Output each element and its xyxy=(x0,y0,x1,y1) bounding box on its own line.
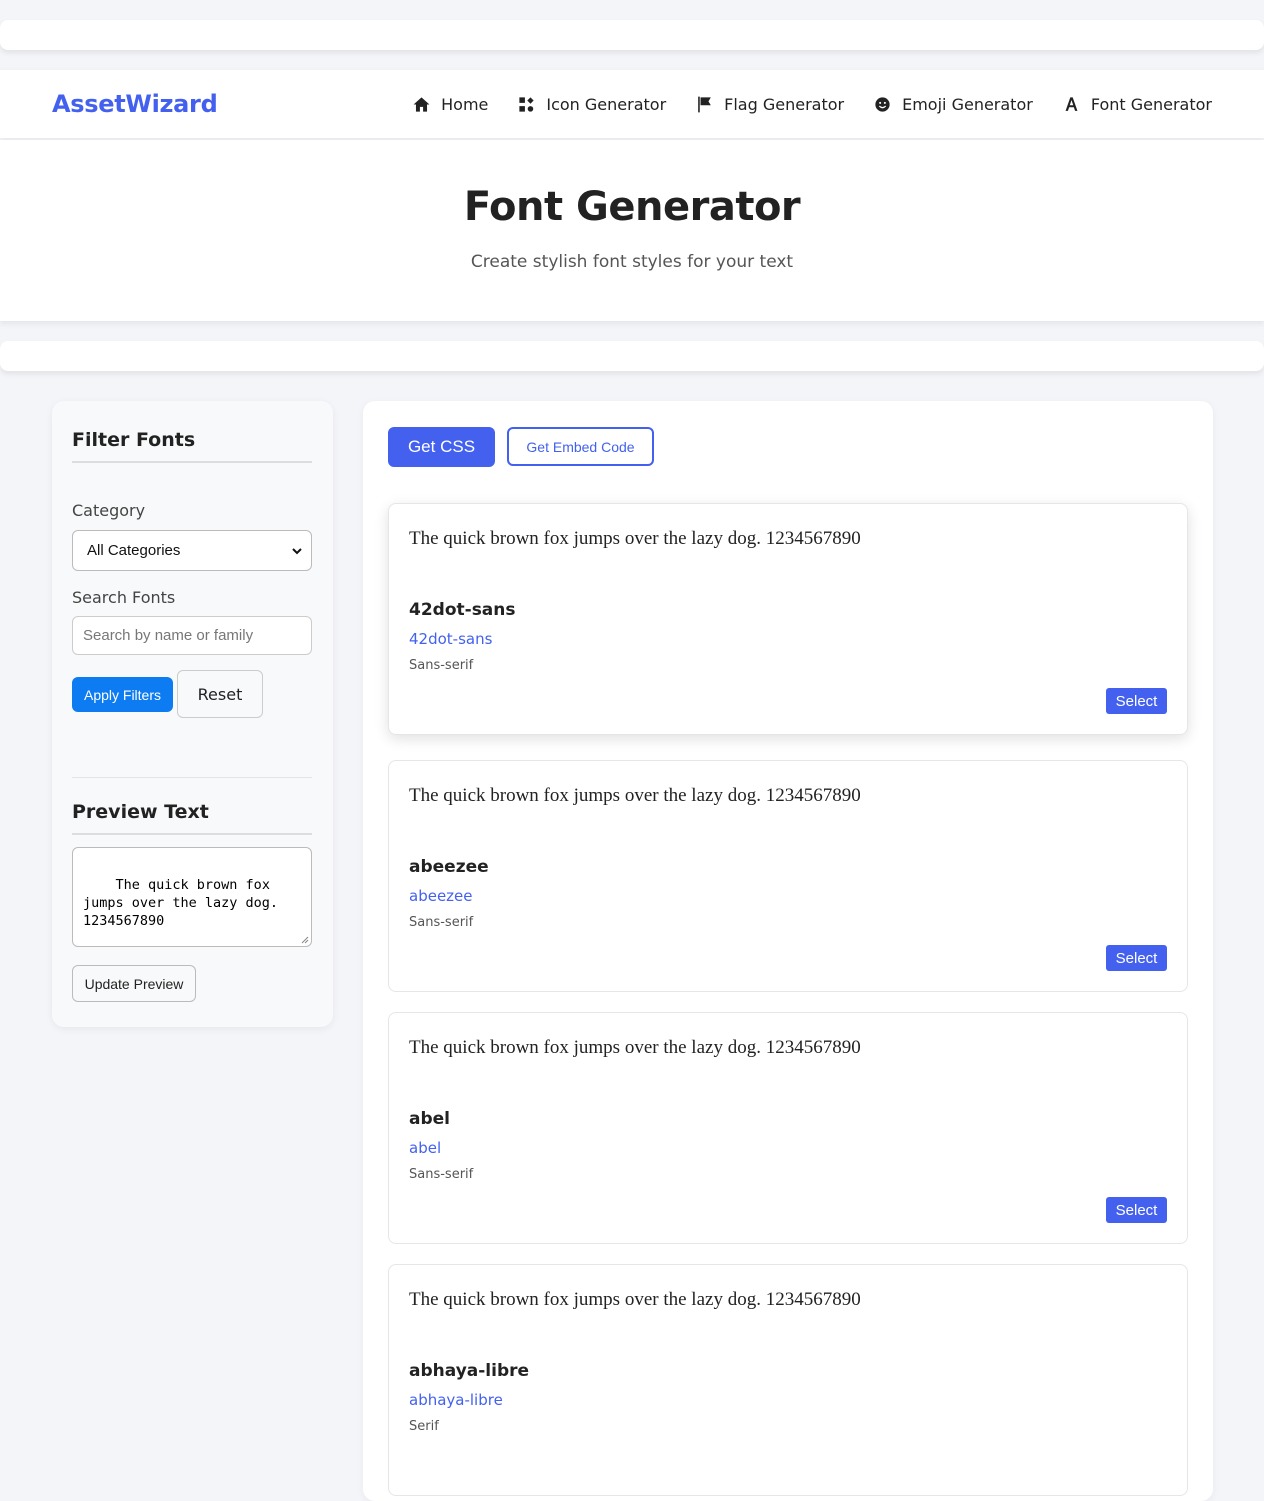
font-family-link[interactable]: abeezee xyxy=(409,887,473,905)
search-input-placeholder: Search by name or family xyxy=(83,627,254,644)
select-font-button[interactable]: Select xyxy=(1106,688,1167,714)
home-icon xyxy=(413,96,430,112)
top-banner-strip xyxy=(0,20,1264,50)
nav-links: Home Icon Generator Flag Generator Emoji… xyxy=(412,70,1212,138)
font-family-link[interactable]: abel xyxy=(409,1139,441,1157)
preview-text-title: Preview Text xyxy=(72,801,312,835)
font-card[interactable]: The quick brown fox jumps over the lazy … xyxy=(388,503,1188,735)
flag-icon xyxy=(698,96,711,112)
page-title: Font Generator xyxy=(463,184,801,230)
page-subtitle: Create stylish font styles for your text xyxy=(470,252,794,272)
nav-icon-generator[interactable]: Icon Generator xyxy=(517,95,666,114)
ad-banner-strip xyxy=(0,341,1264,371)
chevron-down-icon xyxy=(292,547,302,554)
font-family-link[interactable]: abhaya-libre xyxy=(409,1391,503,1409)
search-fonts-label: Search Fonts xyxy=(72,588,176,607)
nav-emoji-generator[interactable]: Emoji Generator xyxy=(873,95,1033,114)
nav-font-generator-label: Font Generator xyxy=(1090,94,1212,114)
update-preview-button[interactable]: Update Preview xyxy=(72,965,196,1002)
preview-textarea[interactable]: The quick brown fox jumps over the lazy … xyxy=(72,847,312,947)
font-name: abhaya-libre xyxy=(409,1361,530,1381)
font-name: abeezee xyxy=(409,857,489,877)
font-results-panel: Get CSS Get Embed Code The quick brown f… xyxy=(363,401,1213,1501)
font-family-link[interactable]: 42dot-sans xyxy=(409,630,492,648)
smile-icon xyxy=(875,96,890,112)
nav-font-generator[interactable]: Font Generator xyxy=(1062,95,1212,114)
nav-home-label: Home xyxy=(441,94,489,114)
select-font-button[interactable]: Select xyxy=(1106,1197,1167,1223)
brand-logo[interactable]: AssetWizard xyxy=(52,90,218,118)
font-card[interactable]: The quick brown fox jumps over the lazy … xyxy=(388,760,1188,992)
font-category: Sans-serif xyxy=(409,1167,474,1182)
apply-filters-button[interactable]: Apply Filters xyxy=(72,677,173,712)
category-label: Category xyxy=(72,501,146,520)
nav-home[interactable]: Home xyxy=(412,95,488,114)
font-card[interactable]: The quick brown fox jumps over the lazy … xyxy=(388,1264,1188,1496)
font-card[interactable]: The quick brown fox jumps over the lazy … xyxy=(388,1012,1188,1244)
font-preview-text: The quick brown fox jumps over the lazy … xyxy=(409,528,861,549)
filter-sidebar: Filter Fonts Category All Categories Sea… xyxy=(52,401,333,1027)
font-name: 42dot-sans xyxy=(409,600,516,620)
shapes-icon xyxy=(519,96,534,112)
nav-flag-generator[interactable]: Flag Generator xyxy=(695,95,844,114)
preview-textarea-value: The quick brown fox jumps over the lazy … xyxy=(83,877,287,929)
font-preview-text: The quick brown fox jumps over the lazy … xyxy=(409,785,861,806)
font-category: Sans-serif xyxy=(409,658,474,673)
search-input[interactable]: Search by name or family xyxy=(72,616,312,655)
get-embed-code-button[interactable]: Get Embed Code xyxy=(507,427,654,466)
filter-fonts-title: Filter Fonts xyxy=(72,429,312,463)
navbar: AssetWizard Home Icon Generator Flag Gen… xyxy=(0,70,1264,138)
get-css-button[interactable]: Get CSS xyxy=(388,427,495,467)
nav-emoji-generator-label: Emoji Generator xyxy=(902,94,1033,114)
nav-flag-generator-label: Flag Generator xyxy=(724,94,845,114)
font-preview-text: The quick brown fox jumps over the lazy … xyxy=(409,1037,861,1058)
font-preview-text: The quick brown fox jumps over the lazy … xyxy=(409,1289,861,1310)
font-name: abel xyxy=(409,1109,450,1129)
sidebar-divider xyxy=(72,777,312,778)
category-select-value: All Categories xyxy=(87,542,181,559)
font-category: Sans-serif xyxy=(409,915,474,930)
resize-grip-icon[interactable] xyxy=(301,936,309,944)
nav-icon-generator-label: Icon Generator xyxy=(546,94,667,114)
category-select[interactable]: All Categories xyxy=(72,530,312,571)
reset-button[interactable]: Reset xyxy=(177,670,263,718)
font-category: Serif xyxy=(409,1419,439,1434)
font-icon xyxy=(1065,96,1078,111)
hero-section: Font Generator Create stylish font style… xyxy=(0,140,1264,321)
select-font-button[interactable]: Select xyxy=(1106,945,1167,971)
